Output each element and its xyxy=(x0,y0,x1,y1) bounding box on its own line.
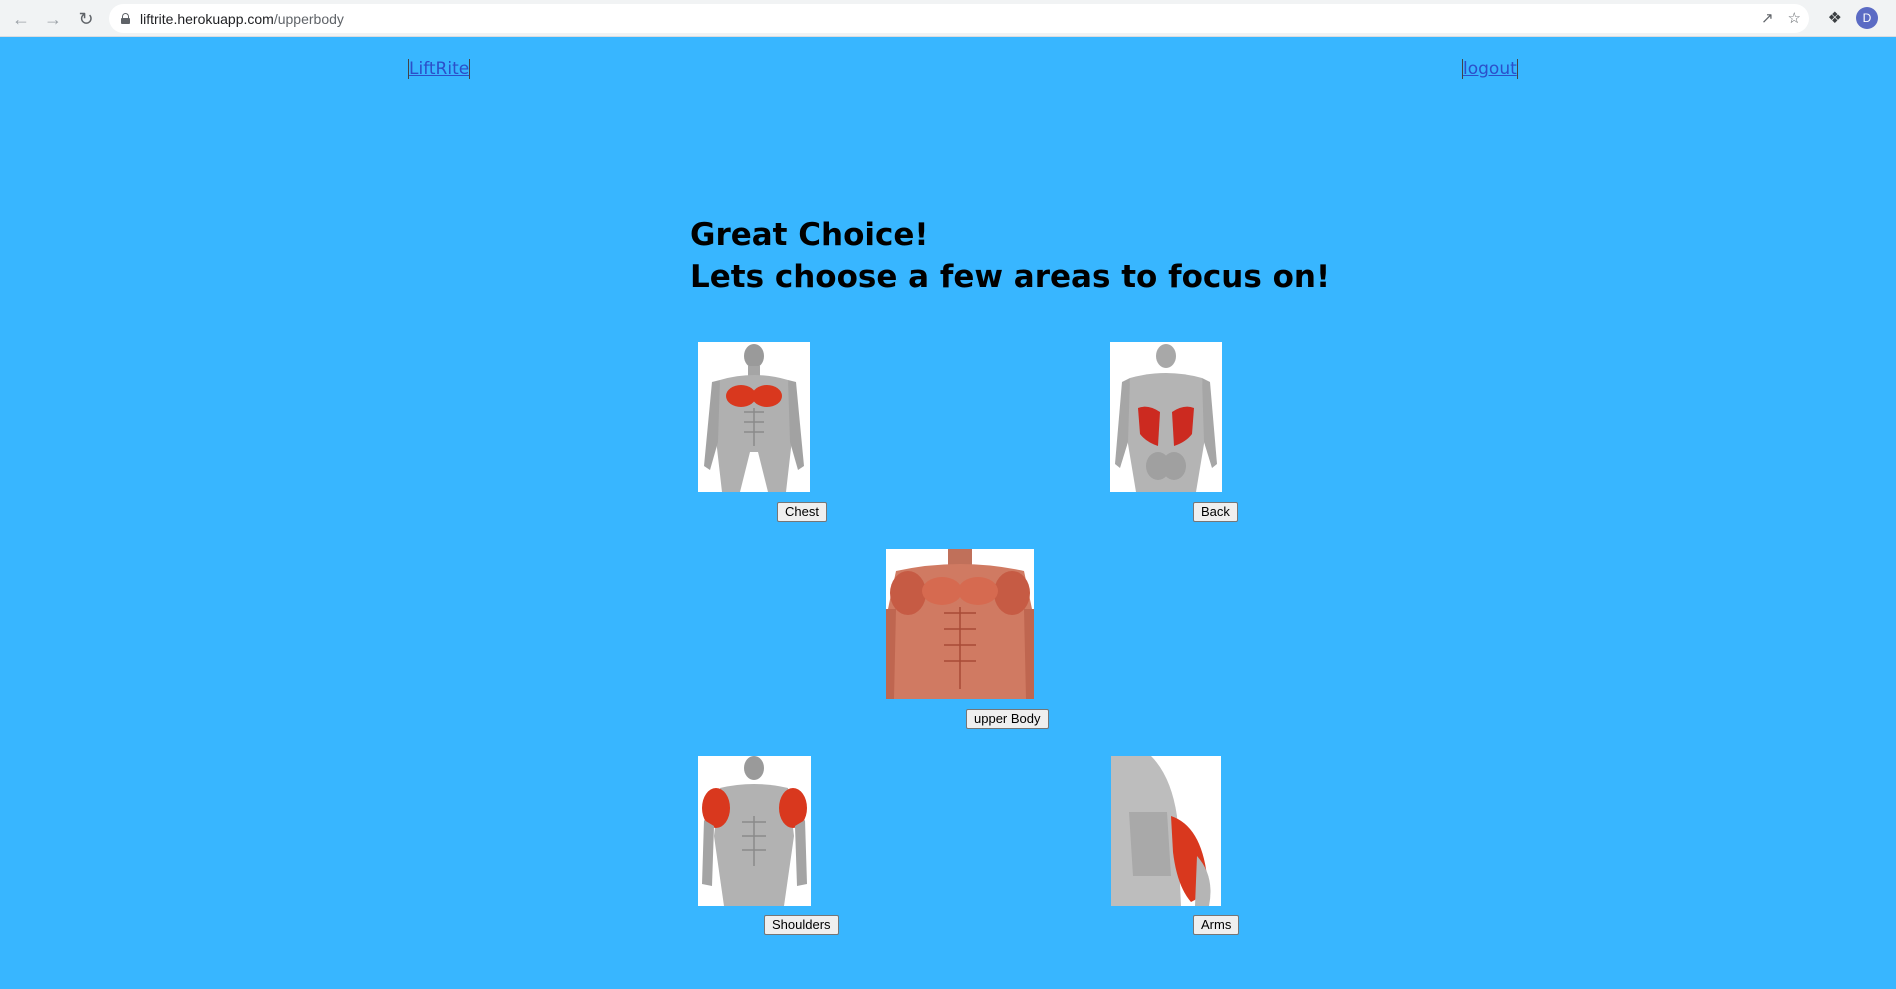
upper-body-button[interactable]: upper Body xyxy=(966,709,1049,729)
browser-toolbar: ← → ↻ liftrite.herokuapp.com/upperbody ↗… xyxy=(0,0,1896,37)
profile-avatar[interactable]: D xyxy=(1856,7,1878,29)
url-path: /upperbody xyxy=(273,10,344,27)
arms-muscle-image xyxy=(1111,756,1221,906)
bookmark-star-icon[interactable]: ☆ xyxy=(1788,9,1801,27)
url-host: liftrite.herokuapp.com xyxy=(140,10,274,27)
page-title: Great Choice! xyxy=(690,217,929,253)
shoulders-button[interactable]: Shoulders xyxy=(764,915,839,935)
chest-muscle-image xyxy=(698,342,810,492)
back-arrow-icon[interactable]: ← xyxy=(9,7,33,31)
shoulders-muscle-image xyxy=(698,756,811,906)
brand-link[interactable]: LiftRite xyxy=(408,59,471,79)
page-subtitle: Lets choose a few areas to focus on! xyxy=(690,259,1331,295)
upper-body-muscle-image xyxy=(886,549,1034,699)
page-body: LiftRite logout Great Choice! Lets choos… xyxy=(0,37,1896,989)
url-text[interactable]: liftrite.herokuapp.com/upperbody xyxy=(140,11,344,27)
forward-arrow-icon[interactable]: → xyxy=(41,7,65,31)
address-bar[interactable]: liftrite.herokuapp.com/upperbody ↗ ☆ xyxy=(109,4,1809,33)
chest-button[interactable]: Chest xyxy=(777,502,827,522)
reload-icon[interactable]: ↻ xyxy=(74,7,98,31)
arms-button[interactable]: Arms xyxy=(1193,915,1240,935)
back-button[interactable]: Back xyxy=(1193,502,1238,522)
share-icon[interactable]: ↗ xyxy=(1761,9,1774,27)
lock-icon[interactable] xyxy=(121,13,130,24)
back-muscle-image xyxy=(1110,342,1222,492)
logout-link[interactable]: logout xyxy=(1462,59,1518,79)
extensions-puzzle-icon[interactable]: ❖ xyxy=(1828,8,1842,28)
